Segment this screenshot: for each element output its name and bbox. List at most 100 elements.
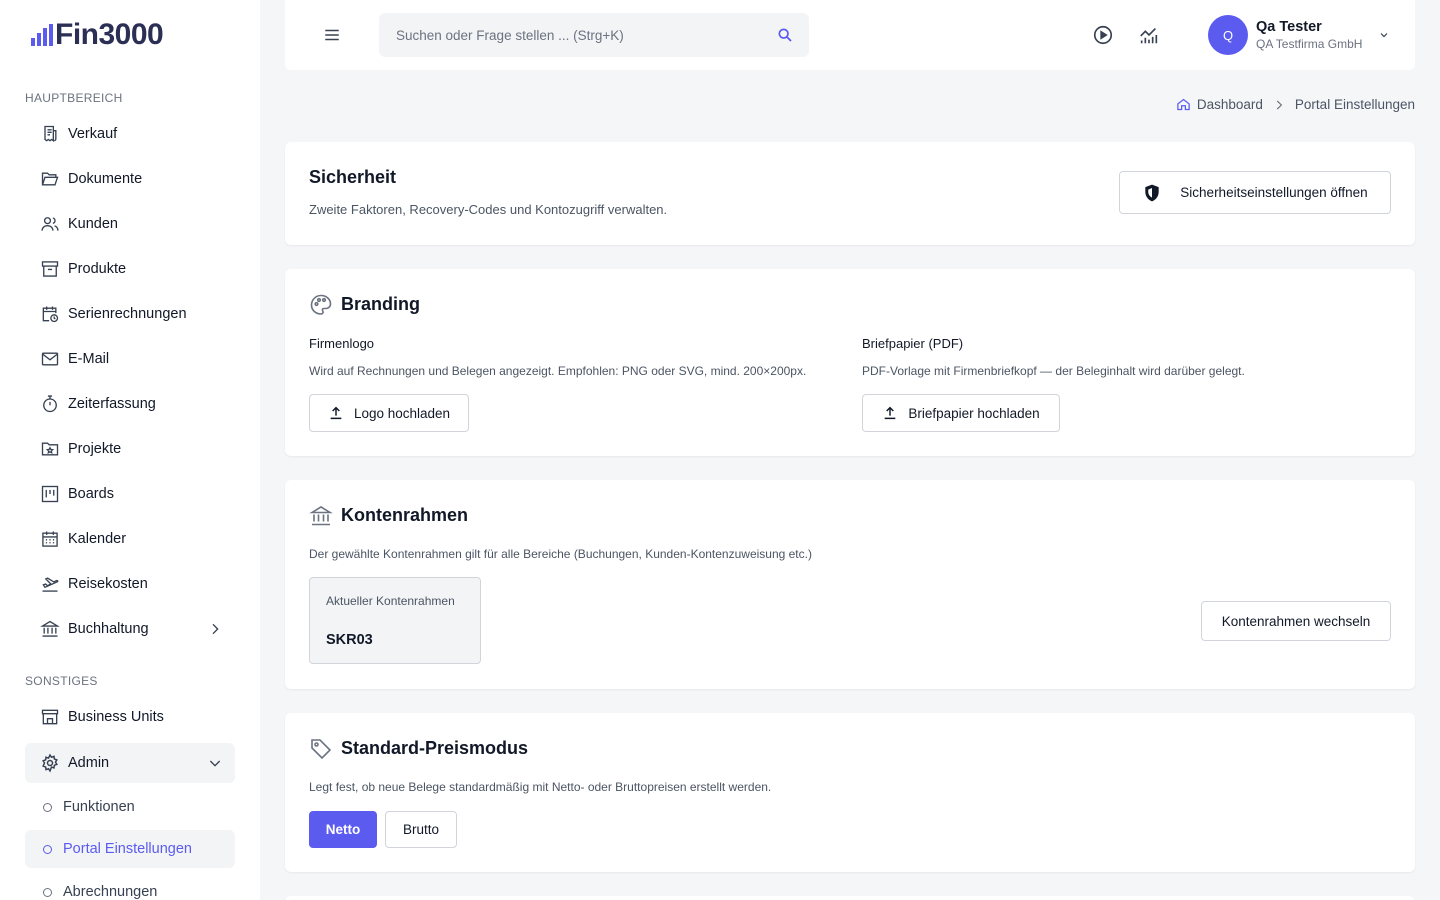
section-label-other: SONSTIGES (25, 674, 98, 688)
sidebar-subitem-label: Abrechnungen (63, 884, 158, 900)
sidebar: Fin3000 HAUPTBEREICH Verkauf Dokumente K… (0, 0, 260, 900)
folder-star-icon (40, 439, 60, 459)
sidebar-subitem-portal-einstellungen[interactable]: Portal Einstellungen (25, 830, 235, 868)
sidebar-item-label: Buchhaltung (68, 621, 149, 637)
sidebar-item-kalender[interactable]: Kalender (25, 519, 235, 559)
next-settings-card (285, 896, 1415, 900)
avatar[interactable]: Q (1208, 15, 1248, 55)
sidebar-item-kunden[interactable]: Kunden (25, 204, 235, 244)
upload-icon (330, 406, 342, 420)
sidebar-item-dokumente[interactable]: Dokumente (25, 159, 235, 199)
upload-icon (884, 406, 896, 420)
sidebar-item-projekte[interactable]: Projekte (25, 429, 235, 469)
top-bar: Q Qa Tester QA Testfirma GmbH (285, 0, 1415, 70)
branding-card: Branding Firmenlogo Wird auf Rechnungen … (285, 269, 1415, 456)
security-title: Sicherheit (309, 167, 397, 187)
upload-logo-label: Logo hochladen (353, 405, 451, 421)
chevron-right-icon (212, 623, 219, 635)
sidebar-subitem-funktionen[interactable]: Funktionen (25, 788, 235, 826)
calendar-repeat-icon (40, 304, 60, 324)
change-chart-of-accounts-label: Kontenrahmen wechseln (1221, 613, 1371, 629)
users-icon (40, 214, 60, 234)
play-circle-icon[interactable] (1092, 24, 1114, 46)
gear-icon (40, 753, 60, 773)
sidebar-subitem-label: Funktionen (63, 799, 135, 815)
sidebar-item-label: Serienrechnungen (68, 306, 187, 322)
sidebar-subitem-abrechnungen[interactable]: Abrechnungen (25, 873, 235, 900)
search-icon[interactable] (777, 27, 793, 43)
sidebar-item-boards[interactable]: Boards (25, 474, 235, 514)
current-chart-of-accounts-label: Aktueller Kontenrahmen (326, 594, 455, 608)
breadcrumb-dashboard-link[interactable]: Dashboard (1197, 97, 1263, 112)
sidebar-item-label: E-Mail (68, 351, 110, 367)
security-description: Zweite Faktoren, Recovery-Codes und Kont… (309, 202, 668, 217)
sidebar-item-label: Zeiterfassung (68, 396, 156, 412)
chevron-down-icon[interactable] (1378, 29, 1390, 41)
hamburger-menu-icon[interactable] (323, 26, 341, 44)
sidebar-item-label: Kalender (68, 531, 127, 547)
plane-departure-icon (40, 574, 60, 594)
sidebar-item-business-units[interactable]: Business Units (25, 697, 235, 737)
sidebar-item-label: Projekte (68, 441, 122, 457)
chart-of-accounts-title: Kontenrahmen (341, 505, 469, 525)
chevron-down-icon (209, 760, 221, 767)
bank-icon (309, 506, 333, 526)
current-chart-of-accounts-value: SKR03 (326, 632, 373, 648)
sidebar-item-label: Produkte (68, 261, 127, 277)
sidebar-item-admin[interactable]: Admin (25, 743, 235, 783)
sidebar-item-label: Business Units (68, 709, 164, 725)
circle-bullet-icon (43, 802, 52, 812)
letterhead-label: Briefpapier (PDF) (862, 336, 964, 351)
sidebar-item-label: Admin (68, 755, 110, 771)
sidebar-item-buchhaltung[interactable]: Buchhaltung (25, 609, 235, 649)
sidebar-subitem-label: Portal Einstellungen (63, 841, 192, 857)
logo-bars-icon (31, 24, 53, 46)
brutto-label: Brutto (402, 822, 440, 837)
netto-button[interactable]: Netto (309, 811, 377, 848)
brutto-button[interactable]: Brutto (385, 811, 457, 848)
chart-of-accounts-card: Kontenrahmen Der gewählte Kontenrahmen g… (285, 480, 1415, 689)
bank-icon (40, 619, 60, 639)
upload-letterhead-button[interactable]: Briefpapier hochladen (862, 394, 1060, 432)
folder-open-icon (40, 169, 60, 189)
change-chart-of-accounts-button[interactable]: Kontenrahmen wechseln (1201, 601, 1391, 641)
chart-of-accounts-description: Der gewählte Kontenrahmen gilt für alle … (309, 547, 812, 561)
section-label-main: HAUPTBEREICH (25, 91, 123, 105)
security-card: Sicherheit Zweite Faktoren, Recovery-Cod… (285, 142, 1415, 245)
sidebar-item-reisekosten[interactable]: Reisekosten (25, 564, 235, 604)
sidebar-item-produkte[interactable]: Produkte (25, 249, 235, 289)
palette-icon (310, 294, 332, 315)
analytics-chart-icon[interactable] (1138, 24, 1160, 46)
price-mode-title: Standard-Preismodus (341, 738, 529, 758)
circle-bullet-icon (43, 887, 52, 897)
sidebar-item-label: Boards (68, 486, 114, 502)
logo-description: Wird auf Rechnungen und Belegen angezeig… (309, 364, 807, 378)
price-mode-card: Standard-Preismodus Legt fest, ob neue B… (285, 713, 1415, 872)
circle-bullet-icon (43, 844, 52, 854)
app-logo[interactable]: Fin3000 (31, 18, 164, 52)
breadcrumb: Dashboard Portal Einstellungen (1176, 97, 1415, 112)
chevron-right-icon (1276, 100, 1283, 109)
sidebar-item-email[interactable]: E-Mail (25, 339, 235, 379)
price-tag-icon (311, 739, 332, 760)
user-name[interactable]: Qa Tester (1256, 19, 1322, 35)
logo-label: Firmenlogo (309, 336, 375, 351)
sidebar-item-verkauf[interactable]: Verkauf (25, 114, 235, 154)
sidebar-item-zeiterfassung[interactable]: Zeiterfassung (25, 384, 235, 424)
current-chart-of-accounts-box: Aktueller Kontenrahmen SKR03 (309, 577, 481, 664)
sidebar-item-serienrechnungen[interactable]: Serienrechnungen (25, 294, 235, 334)
shield-icon (1145, 184, 1159, 201)
kanban-board-icon (40, 484, 60, 504)
stopwatch-icon (40, 394, 60, 414)
receipt-icon (40, 124, 60, 144)
open-security-settings-button[interactable]: Sicherheitseinstellungen öffnen (1119, 171, 1391, 214)
sidebar-item-label: Kunden (68, 216, 118, 232)
upload-logo-button[interactable]: Logo hochladen (309, 394, 469, 432)
letterhead-description: PDF-Vorlage mit Firmenbriefkopf — der Be… (862, 364, 1245, 378)
sidebar-item-label: Reisekosten (68, 576, 148, 592)
envelope-icon (40, 349, 60, 369)
home-icon (1177, 98, 1190, 111)
search-input[interactable] (379, 13, 809, 57)
price-mode-description: Legt fest, ob neue Belege standardmäßig … (309, 780, 772, 794)
sidebar-item-label: Dokumente (68, 171, 143, 187)
